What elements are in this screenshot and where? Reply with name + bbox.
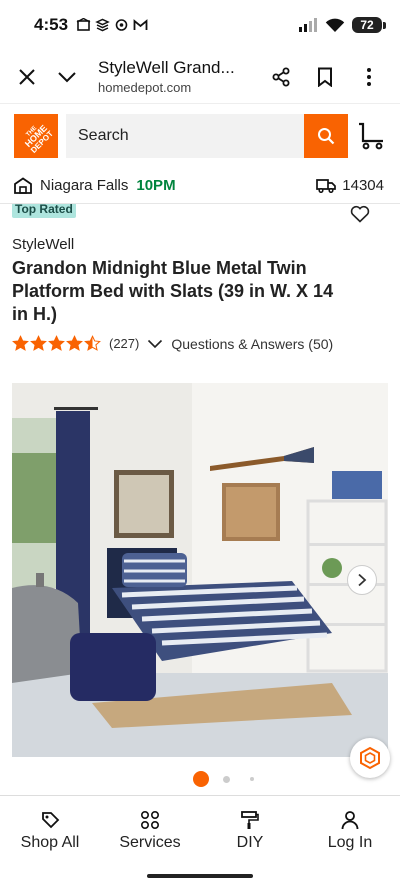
expand-button[interactable] bbox=[54, 64, 80, 90]
nav-label: Shop All bbox=[20, 833, 80, 851]
rating-row: (227) Questions & Answers (50) bbox=[12, 335, 333, 352]
home-depot-logo[interactable]: THE HOME DEPOT bbox=[14, 114, 58, 158]
carousel-dot-active[interactable] bbox=[193, 771, 209, 787]
carousel-dot[interactable] bbox=[250, 777, 254, 781]
nav-services[interactable]: Services bbox=[100, 796, 200, 865]
delivery-zip[interactable]: 14304 bbox=[316, 177, 384, 194]
wifi-icon bbox=[325, 18, 345, 32]
cellular-signal-icon bbox=[299, 18, 317, 32]
store-info-bar[interactable]: Niagara Falls 10PM 14304 bbox=[0, 168, 400, 204]
bookmark-button[interactable] bbox=[312, 64, 338, 90]
gmail-icon bbox=[133, 19, 148, 30]
carousel-indicator bbox=[193, 771, 254, 787]
store-name: Niagara Falls bbox=[40, 177, 129, 194]
delivery-truck-icon bbox=[316, 179, 337, 193]
nav-shop-all[interactable]: Shop All bbox=[0, 796, 100, 865]
browser-toolbar: StyleWell Grand... homedepot.com bbox=[0, 50, 400, 104]
page-title: StyleWell Grand... bbox=[98, 58, 235, 77]
star-icon bbox=[48, 335, 65, 351]
top-rated-badge: Top Rated bbox=[12, 204, 76, 218]
questions-answers-link[interactable]: Questions & Answers (50) bbox=[171, 336, 333, 352]
status-bar: 4:53 72 bbox=[0, 0, 400, 50]
star-icon bbox=[30, 335, 47, 351]
nav-label: Log In bbox=[327, 833, 373, 851]
star-rating[interactable] bbox=[12, 335, 101, 352]
search-icon bbox=[318, 128, 335, 145]
product-image[interactable] bbox=[12, 383, 388, 757]
star-icon bbox=[12, 335, 29, 351]
nav-log-in[interactable]: Log In bbox=[300, 796, 400, 865]
close-icon bbox=[19, 68, 35, 85]
store-icon bbox=[14, 177, 32, 194]
chevron-down-icon bbox=[58, 71, 76, 82]
search-button[interactable] bbox=[304, 114, 348, 158]
more-menu-button[interactable] bbox=[356, 64, 382, 90]
store-hours: 10PM bbox=[136, 177, 176, 194]
star-icon bbox=[66, 335, 83, 351]
next-image-button[interactable] bbox=[347, 565, 377, 595]
status-time: 4:53 bbox=[34, 15, 69, 34]
favorite-button[interactable] bbox=[350, 205, 372, 225]
bookmark-icon bbox=[318, 67, 332, 87]
zip-code: 14304 bbox=[342, 177, 384, 194]
product-brand[interactable]: StyleWell bbox=[12, 236, 74, 253]
site-header: THE HOME DEPOT bbox=[0, 104, 400, 168]
star-icon bbox=[84, 335, 101, 351]
carousel-dot[interactable] bbox=[223, 775, 230, 783]
chevron-down-icon[interactable] bbox=[147, 339, 163, 349]
page-url: homedepot.com bbox=[98, 80, 192, 95]
tag-icon bbox=[42, 811, 60, 828]
bottom-nav: Shop All Services DIY Log In bbox=[0, 795, 400, 865]
home-depot-notification-icon bbox=[76, 18, 91, 31]
home-indicator[interactable] bbox=[147, 874, 253, 878]
product-title: Grandon Midnight Blue Metal Twin Platfor… bbox=[12, 258, 334, 324]
bedroom-photo bbox=[12, 383, 388, 757]
paint-roller-icon bbox=[241, 810, 259, 829]
nav-label: DIY bbox=[236, 833, 264, 851]
threads-icon bbox=[115, 19, 128, 31]
more-vertical-icon bbox=[367, 67, 371, 86]
nav-diy[interactable]: DIY bbox=[200, 796, 300, 865]
close-tab-button[interactable] bbox=[14, 64, 40, 90]
view-in-room-button[interactable] bbox=[350, 738, 390, 778]
layers-icon bbox=[95, 18, 110, 32]
share-icon bbox=[272, 67, 290, 86]
search-input[interactable] bbox=[66, 114, 304, 158]
cart-icon bbox=[359, 122, 383, 150]
user-icon bbox=[341, 810, 359, 829]
share-button[interactable] bbox=[268, 64, 294, 90]
search-bar bbox=[66, 114, 348, 158]
battery-indicator: 72 bbox=[352, 17, 386, 33]
review-count[interactable]: (227) bbox=[109, 336, 139, 351]
services-icon bbox=[140, 810, 160, 829]
logo-icon: THE HOME DEPOT bbox=[14, 114, 58, 158]
page-title-block[interactable]: StyleWell Grand... homedepot.com bbox=[98, 58, 268, 95]
notification-icons bbox=[76, 18, 148, 32]
cart-button[interactable] bbox=[356, 121, 386, 151]
ar-cube-icon bbox=[360, 746, 380, 770]
heart-icon bbox=[350, 205, 370, 223]
nav-label: Services bbox=[119, 833, 181, 851]
chevron-right-icon bbox=[358, 573, 367, 587]
